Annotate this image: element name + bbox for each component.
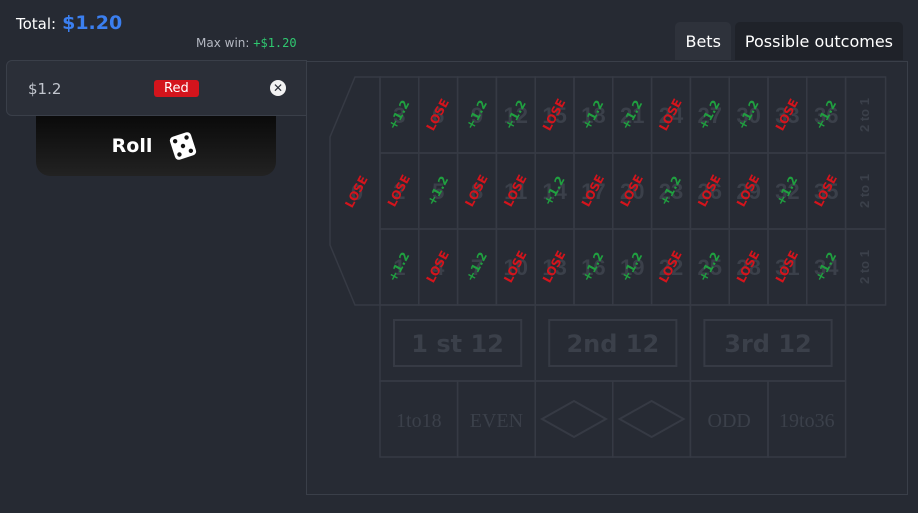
outcome-lose: LOSE bbox=[424, 96, 452, 133]
outcome-win: +1.2 bbox=[463, 98, 490, 132]
tab-bets[interactable]: Bets bbox=[675, 22, 731, 60]
bet-item: $1.2 Red ✕ bbox=[6, 60, 307, 116]
outside-bet-label: 19to36 bbox=[779, 410, 835, 432]
roll-label: Roll bbox=[111, 135, 153, 157]
outcome-lose: LOSE bbox=[424, 248, 452, 285]
black-diamond bbox=[617, 399, 686, 439]
outside-bet-label: EVEN bbox=[470, 410, 523, 432]
column-bet-label: 2 to 1 bbox=[857, 98, 872, 132]
outcome-win: +1.2 bbox=[385, 250, 412, 284]
column-bet-label: 2 to 1 bbox=[857, 250, 872, 284]
outside-bet-cell bbox=[612, 380, 692, 458]
outcome-win: +1.2 bbox=[463, 250, 490, 284]
total-display: Total: $1.20 bbox=[16, 12, 122, 34]
total-value: $1.20 bbox=[62, 12, 123, 34]
outside-bet-cell bbox=[534, 380, 614, 458]
outside-bet-label: 1to18 bbox=[396, 410, 442, 432]
column-bet-label: 2 to 1 bbox=[857, 174, 872, 208]
total-label: Total: bbox=[16, 15, 57, 33]
outside-bet-label: ODD bbox=[708, 410, 751, 432]
outcome-win: +1.2 bbox=[424, 174, 451, 208]
tab-possible-outcomes[interactable]: Possible outcomes bbox=[734, 22, 903, 60]
max-win-label: Max win: bbox=[196, 36, 250, 50]
bet-color-badge: Red bbox=[154, 80, 199, 97]
dice-icon bbox=[170, 132, 197, 160]
zero-outcome: LOSE bbox=[342, 173, 370, 210]
dozen-label: 3rd 12 bbox=[724, 330, 811, 358]
roulette-board: 0 LOSE 3 +1.2 6 LOSE 9 +1.2 12 +1.2 15 LOSE 18 +1.2 21… bbox=[306, 61, 908, 495]
max-win-display: Max win: +$1.20 bbox=[196, 36, 297, 50]
dozen-label: 1 st 12 bbox=[411, 330, 504, 358]
close-circle-icon[interactable]: ✕ bbox=[270, 80, 286, 96]
dozen-label: 2nd 12 bbox=[566, 330, 659, 358]
roulette-table: 0LOSE3+1.2 6LOSE 9+1.2 12+1.2 15LOSE 18+1.2 21… bbox=[329, 76, 887, 458]
outcome-win: +1.2 bbox=[385, 98, 412, 132]
bet-amount: $1.2 bbox=[28, 80, 62, 98]
outcome-lose: LOSE bbox=[385, 172, 413, 209]
outcome-lose: LOSE bbox=[462, 172, 490, 209]
max-win-value: +$1.20 bbox=[253, 36, 297, 50]
roll-button[interactable]: Roll bbox=[36, 116, 276, 176]
red-diamond bbox=[539, 399, 609, 439]
view-tabs: Bets Possible outcomes bbox=[675, 22, 903, 60]
